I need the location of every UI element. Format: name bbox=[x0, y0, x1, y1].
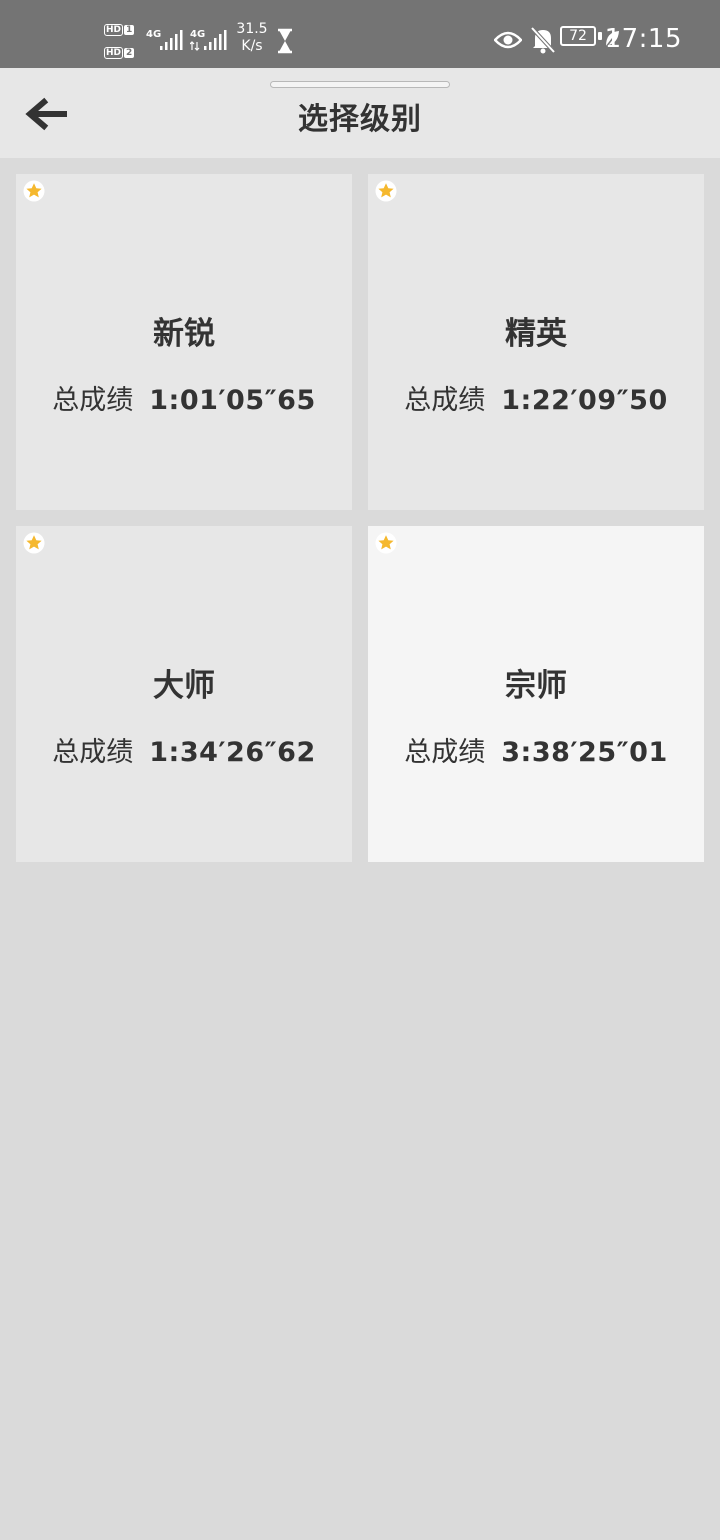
page-title: 选择级别 bbox=[298, 102, 422, 137]
net-speed: 31.5 K/s bbox=[234, 21, 270, 55]
score-value: 1:01′05″65 bbox=[149, 385, 316, 416]
level-name: 精英 bbox=[505, 316, 567, 352]
level-card[interactable]: 宗师总成绩 3:38′25″01 bbox=[368, 526, 704, 862]
level-name: 新锐 bbox=[153, 316, 215, 352]
network1-label: 4G bbox=[146, 29, 161, 40]
level-card[interactable]: 精英总成绩 1:22′09″50 bbox=[368, 174, 704, 510]
sim2-hd-badge: HD 2 bbox=[104, 46, 138, 60]
bell-muted-icon bbox=[530, 26, 556, 54]
score-value: 1:22′09″50 bbox=[501, 385, 668, 416]
score-value: 1:34′26″62 bbox=[149, 737, 316, 768]
battery-level: 72 bbox=[560, 26, 596, 46]
star-icon bbox=[23, 180, 45, 202]
score-row: 总成绩 1:22′09″50 bbox=[368, 378, 704, 417]
score-row: 总成绩 1:01′05″65 bbox=[16, 378, 352, 417]
score-label: 总成绩 bbox=[52, 385, 134, 416]
sim1-hd-badge: HD 1 bbox=[104, 23, 138, 37]
level-name: 大师 bbox=[153, 668, 215, 704]
drag-handle[interactable] bbox=[270, 81, 450, 88]
level-card[interactable]: 新锐总成绩 1:01′05″65 bbox=[16, 174, 352, 510]
score-label: 总成绩 bbox=[404, 385, 486, 416]
top-bar: 选择级别 bbox=[0, 68, 720, 158]
network2-label: 4G bbox=[190, 29, 205, 40]
hd-label: HD bbox=[104, 24, 124, 36]
eye-icon bbox=[494, 31, 522, 49]
hourglass-icon bbox=[278, 28, 292, 54]
score-row: 总成绩 3:38′25″01 bbox=[368, 730, 704, 769]
net-speed-unit: K/s bbox=[241, 38, 263, 54]
score-row: 总成绩 1:34′26″62 bbox=[16, 730, 352, 769]
score-value: 3:38′25″01 bbox=[501, 737, 668, 768]
star-icon bbox=[23, 532, 45, 554]
score-label: 总成绩 bbox=[404, 737, 486, 768]
battery-icon: 72 bbox=[560, 26, 604, 50]
sim1-label: 1 bbox=[124, 25, 135, 35]
star-icon bbox=[375, 532, 397, 554]
hd-label: HD bbox=[104, 47, 124, 59]
level-name: 宗师 bbox=[505, 668, 567, 704]
sim-indicators: HD 1 HD 2 bbox=[104, 20, 144, 60]
signal-icon-sim2: 4G bbox=[190, 29, 227, 51]
net-speed-value: 31.5 bbox=[236, 21, 268, 37]
status-bar: HD 1 HD 2 4G 4G 31.5 K/s 72 17:15 bbox=[0, 0, 720, 68]
sim2-label: 2 bbox=[124, 48, 135, 58]
star-icon bbox=[375, 180, 397, 202]
signal-icon-sim1: 4G bbox=[146, 29, 183, 50]
status-time: 17:15 bbox=[604, 24, 682, 54]
level-card[interactable]: 大师总成绩 1:34′26″62 bbox=[16, 526, 352, 862]
score-label: 总成绩 bbox=[52, 737, 134, 768]
